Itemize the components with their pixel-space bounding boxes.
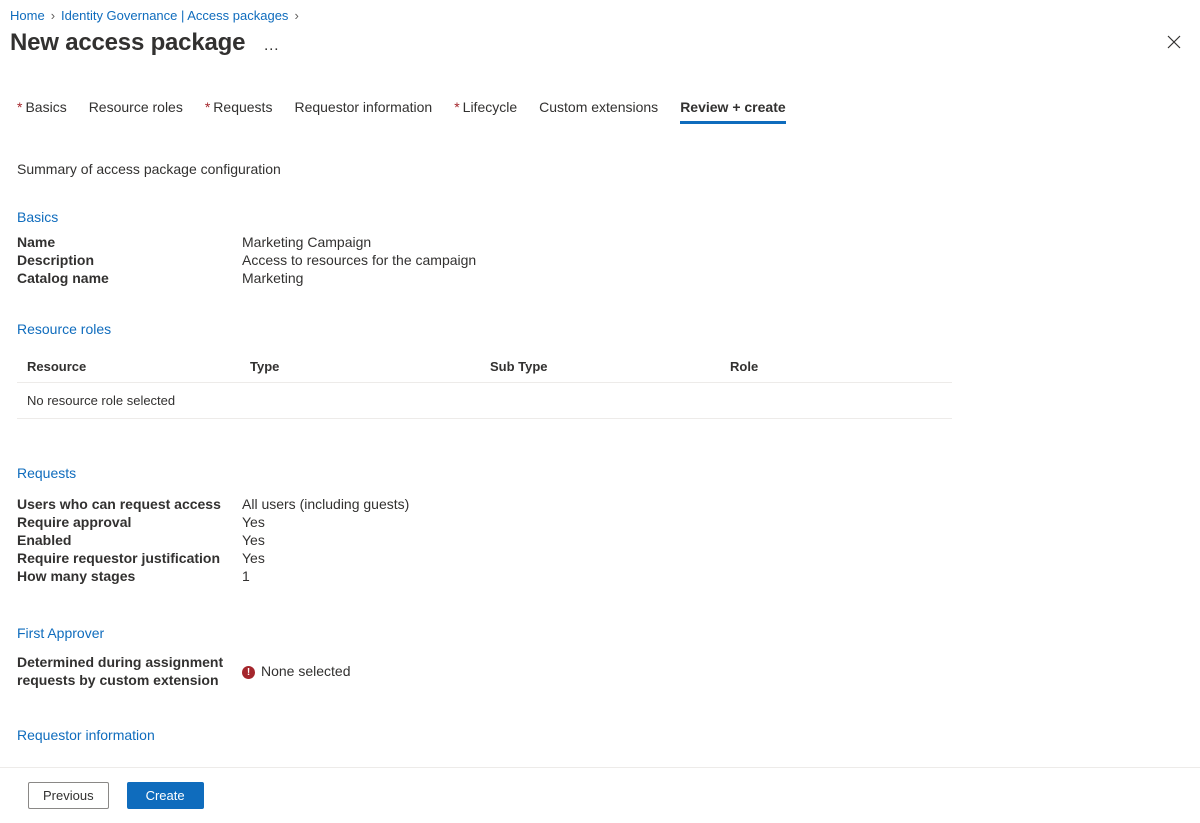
section-link-basics[interactable]: Basics xyxy=(17,209,58,225)
chevron-right-icon: › xyxy=(294,8,298,23)
summary-text: Summary of access package configuration xyxy=(17,161,1183,177)
kv-key-approver: Determined during assignment requests by… xyxy=(17,653,242,689)
kv-row: How many stages 1 xyxy=(17,567,1183,585)
kv-row: Name Marketing Campaign xyxy=(17,233,1183,251)
previous-button[interactable]: Previous xyxy=(28,782,109,809)
kv-val-stages: 1 xyxy=(242,567,250,585)
kv-row: Determined during assignment requests by… xyxy=(17,653,1183,689)
close-button[interactable] xyxy=(1160,28,1188,56)
col-subtype: Sub Type xyxy=(482,351,722,383)
col-type: Type xyxy=(242,351,482,383)
warning-icon: ! xyxy=(242,666,255,679)
kv-row: Catalog name Marketing xyxy=(17,269,1183,287)
kv-val-name: Marketing Campaign xyxy=(242,233,371,251)
kv-val-catalog: Marketing xyxy=(242,269,303,287)
section-link-resource-roles[interactable]: Resource roles xyxy=(17,321,111,337)
kv-key-stages: How many stages xyxy=(17,567,242,585)
tab-custom-extensions[interactable]: Custom extensions xyxy=(539,99,658,123)
resource-roles-table: Resource Type Sub Type Role No resource … xyxy=(17,351,952,419)
close-icon xyxy=(1167,35,1181,49)
kv-key-who: Users who can request access xyxy=(17,495,242,513)
kv-key-justification: Require requestor justification xyxy=(17,549,242,567)
breadcrumb-home[interactable]: Home xyxy=(10,8,45,23)
tab-lifecycle[interactable]: Lifecycle xyxy=(454,99,517,123)
footer-bar: Previous Create xyxy=(0,767,1200,823)
section-link-first-approver[interactable]: First Approver xyxy=(17,625,104,641)
kv-val-description: Access to resources for the campaign xyxy=(242,251,476,269)
kv-key-approval: Require approval xyxy=(17,513,242,531)
tab-requestor-information[interactable]: Requestor information xyxy=(294,99,432,123)
content-area: Summary of access package configuration … xyxy=(0,123,1200,766)
more-actions-button[interactable]: … xyxy=(263,30,280,54)
kv-val-approver: ! None selected xyxy=(242,662,351,680)
questions-subheading: Questions xyxy=(17,765,1183,766)
col-role: Role xyxy=(722,351,952,383)
kv-row: Enabled Yes xyxy=(17,531,1183,549)
create-button[interactable]: Create xyxy=(127,782,204,809)
wizard-tabs: Basics Resource roles Requests Requestor… xyxy=(0,99,1200,123)
kv-val-who: All users (including guests) xyxy=(242,495,409,513)
tab-requests[interactable]: Requests xyxy=(205,99,273,123)
page-header: New access package … xyxy=(0,23,1200,57)
col-resource: Resource xyxy=(17,351,242,383)
kv-key-catalog: Catalog name xyxy=(17,269,242,287)
kv-val-approval: Yes xyxy=(242,513,265,531)
kv-key-enabled: Enabled xyxy=(17,531,242,549)
kv-row: Require approval Yes xyxy=(17,513,1183,531)
kv-key-name: Name xyxy=(17,233,242,251)
section-link-requests[interactable]: Requests xyxy=(17,465,76,481)
kv-val-justification: Yes xyxy=(242,549,265,567)
tab-resource-roles[interactable]: Resource roles xyxy=(89,99,183,123)
chevron-right-icon: › xyxy=(51,8,55,23)
kv-val-enabled: Yes xyxy=(242,531,265,549)
tab-review-create[interactable]: Review + create xyxy=(680,99,785,123)
kv-row: Description Access to resources for the … xyxy=(17,251,1183,269)
page-title: New access package xyxy=(10,29,245,57)
kv-row: Require requestor justification Yes xyxy=(17,549,1183,567)
approver-value-text: None selected xyxy=(261,663,351,679)
header-left: New access package … xyxy=(10,27,280,57)
breadcrumb-identity-governance[interactable]: Identity Governance | Access packages xyxy=(61,8,288,23)
table-row: No resource role selected xyxy=(17,383,952,419)
section-link-requestor-information[interactable]: Requestor information xyxy=(17,727,155,743)
empty-state-text: No resource role selected xyxy=(17,383,952,419)
kv-key-description: Description xyxy=(17,251,242,269)
tab-basics[interactable]: Basics xyxy=(17,99,67,123)
breadcrumb: Home › Identity Governance | Access pack… xyxy=(0,0,1200,23)
kv-row: Users who can request access All users (… xyxy=(17,495,1183,513)
